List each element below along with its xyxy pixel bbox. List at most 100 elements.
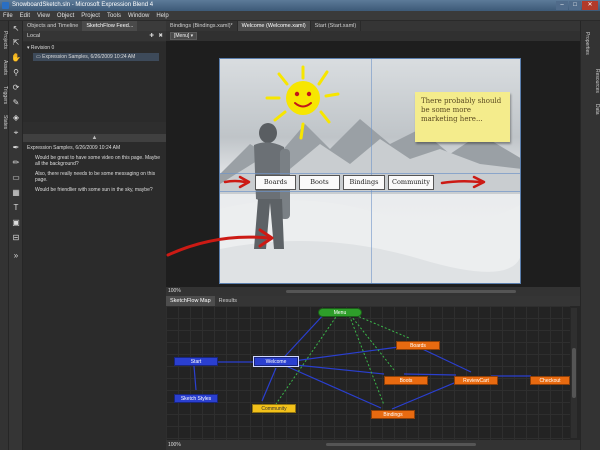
map-node-welcome[interactable]: Welcome — [253, 356, 299, 367]
feedback-entry[interactable]: ▭ Expression Samples, 6/26/2009 10:24 AM — [33, 53, 159, 61]
left-panel-tab-strip: Objects and Timeline SketchFlow Feed... — [23, 21, 166, 31]
breadcrumb-label: [Menu] — [174, 33, 190, 39]
pen-tool-icon[interactable]: ✒ — [11, 143, 21, 153]
left-panel: Objects and Timeline SketchFlow Feed... … — [23, 21, 166, 450]
close-button[interactable]: ✕ — [582, 1, 598, 10]
local-label: Local — [27, 33, 41, 39]
map-node-sketch-styles[interactable]: Sketch Styles — [174, 394, 218, 403]
assets-expand-icon[interactable]: » — [11, 251, 21, 261]
tab-projects[interactable]: Projects — [0, 25, 9, 55]
tab-states[interactable]: States — [0, 111, 9, 133]
map-connections — [193, 311, 531, 410]
nav-boots-button[interactable]: Boots — [299, 175, 340, 190]
feedback-comment: Would be great to have some video on thi… — [35, 154, 160, 168]
map-node-boots[interactable]: Boots — [384, 376, 428, 385]
sticky-note[interactable]: There probably should be some more marke… — [415, 92, 510, 142]
document-tabs: Bindings (Bindings.xaml)* Welcome (Welco… — [166, 21, 580, 31]
artboard-status-bar: 100% — [166, 287, 580, 296]
maximize-button[interactable]: □ — [569, 1, 581, 10]
menu-project[interactable]: Project — [81, 13, 100, 19]
tab-results[interactable]: Results — [215, 296, 241, 306]
red-arrow-curved-icon — [166, 228, 274, 257]
paint-bucket-tool-icon[interactable]: ◈ — [11, 113, 21, 123]
menu-edit[interactable]: Edit — [20, 13, 30, 19]
tab-triggers[interactable]: Triggers — [0, 81, 9, 109]
pencil-tool-icon[interactable]: ✏ — [11, 158, 21, 168]
tab-bindings-xaml[interactable]: Bindings (Bindings.xaml)* — [166, 21, 238, 31]
camera-orbit-tool-icon[interactable]: ⟳ — [11, 83, 21, 93]
direct-selection-tool-icon[interactable]: ⇱ — [11, 38, 21, 48]
map-node-boards[interactable]: Boards — [396, 341, 440, 350]
window-title: SnowboardSketch.sln - Microsoft Expressi… — [12, 2, 154, 8]
tab-assets[interactable]: Assets — [0, 57, 9, 79]
map-status-bar: 100% — [166, 440, 580, 450]
sketchflow-map-canvas[interactable]: Menu Start Welcome Sketch Styles Communi… — [166, 306, 570, 440]
map-node-checkout[interactable]: Checkout — [530, 376, 570, 385]
pan-tool-icon[interactable]: ✋ — [11, 53, 21, 63]
brush-transform-tool-icon[interactable]: ⌖ — [11, 128, 21, 138]
feedback-comment: Would be friendlier with some sun in the… — [35, 186, 153, 193]
nav-community-button[interactable]: Community — [388, 175, 434, 190]
text-tool-icon[interactable]: T — [11, 203, 21, 213]
map-node-reviewcart[interactable]: ReviewCart — [454, 376, 498, 385]
menu-bar: File Edit View Object Project Tools Wind… — [0, 11, 600, 21]
nav-bindings-button[interactable]: Bindings — [343, 175, 385, 190]
scroll-thumb[interactable] — [572, 348, 576, 398]
map-node-menu[interactable]: Menu — [318, 308, 362, 317]
eyedropper-tool-icon[interactable]: ✎ — [11, 98, 21, 108]
tab-objects-and-timeline[interactable]: Objects and Timeline — [23, 21, 82, 31]
menu-file[interactable]: File — [3, 13, 13, 19]
artboard-zoom-field[interactable]: 100% — [168, 287, 181, 296]
selection-tool-icon[interactable]: ↖ — [11, 24, 21, 34]
tab-resources[interactable]: Resources — [591, 63, 600, 99]
map-horizontal-scrollbar[interactable] — [326, 443, 476, 446]
feedback-header: Expression Samples, 6/26/2009 10:24 AM — [27, 145, 121, 151]
nav-boards-button[interactable]: Boards — [255, 175, 296, 190]
map-node-start[interactable]: Start — [174, 357, 218, 366]
map-zoom-field[interactable]: 100% — [168, 440, 181, 450]
minimize-button[interactable]: – — [556, 1, 568, 10]
bottom-panel-tabs: SketchFlow Map Results — [166, 296, 580, 306]
red-arrow-right-icon — [223, 175, 251, 189]
feedback-list: ▾ Revision 0 ▭ Expression Samples, 6/26/… — [23, 42, 166, 122]
local-header: Local ✚ ✖ — [23, 31, 166, 41]
breadcrumb-menu-button[interactable]: [Menu] ▾ — [170, 32, 198, 40]
right-panel-tabs: Properties Resources Data — [580, 21, 600, 450]
menu-view[interactable]: View — [37, 13, 50, 19]
tab-properties[interactable]: Properties — [581, 25, 591, 61]
sun-doodle — [265, 65, 340, 140]
revision-label: Revision 0 — [30, 45, 55, 51]
tab-start-xaml[interactable]: Start (Start.xaml) — [311, 21, 362, 31]
panel-splitter[interactable]: ▲ — [23, 134, 166, 142]
menu-help[interactable]: Help — [156, 13, 168, 19]
left-panel-tabs: Projects Assets Triggers States — [0, 21, 9, 450]
menu-object[interactable]: Object — [57, 13, 74, 19]
menu-window[interactable]: Window — [128, 13, 149, 19]
toolbox: ↖ ⇱ ✋ ⚲ ⟳ ✎ ◈ ⌖ ✒ ✏ ▭ ▦ T ▣ ⊟ » — [9, 21, 23, 450]
map-vertical-scrollbar[interactable] — [571, 308, 577, 438]
collapse-up-icon: ▲ — [91, 135, 98, 141]
rectangle-tool-icon[interactable]: ▭ — [11, 173, 21, 183]
tab-sketchflow-map[interactable]: SketchFlow Map — [166, 296, 215, 306]
window-controls: – □ ✕ — [556, 1, 598, 10]
control-tool-icon[interactable]: ▣ — [11, 218, 21, 228]
map-node-bindings[interactable]: Bindings — [371, 410, 415, 419]
remove-feedback-icon[interactable]: ✖ — [158, 31, 163, 41]
tab-welcome-xaml[interactable]: Welcome (Welcome.xaml) — [237, 21, 311, 31]
map-node-community[interactable]: Community — [252, 404, 296, 413]
revision-row[interactable]: ▾ Revision 0 — [27, 44, 54, 52]
artboard-area: There probably should be some more marke… — [166, 41, 580, 287]
feedback-entry-label: Expression Samples, 6/26/2009 10:24 AM — [42, 54, 136, 60]
menu-tools[interactable]: Tools — [107, 13, 121, 19]
tab-sketchflow-feedback[interactable]: SketchFlow Feed... — [82, 21, 138, 31]
title-bar: SnowboardSketch.sln - Microsoft Expressi… — [0, 0, 600, 11]
asset-tool-icon[interactable]: ⊟ — [11, 233, 21, 243]
zoom-tool-icon[interactable]: ⚲ — [11, 68, 21, 78]
layout-panel-tool-icon[interactable]: ▦ — [11, 188, 21, 198]
breadcrumb-bar: [Menu] ▾ — [166, 31, 580, 41]
artboard-horizontal-scrollbar[interactable] — [286, 290, 516, 293]
add-feedback-icon[interactable]: ✚ — [149, 31, 154, 41]
feedback-details: Expression Samples, 6/26/2009 10:24 AM W… — [23, 142, 166, 450]
red-arrow-right-icon — [440, 175, 486, 189]
tab-data[interactable]: Data — [591, 101, 600, 117]
